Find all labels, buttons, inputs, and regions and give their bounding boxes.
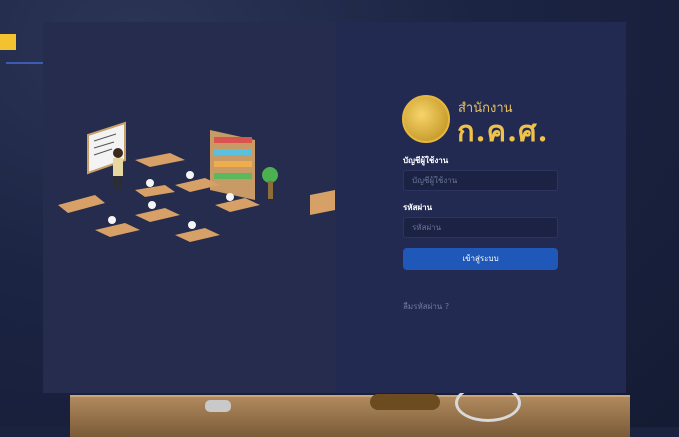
- password-label: รหัสผ่าน: [403, 203, 433, 212]
- classroom-illustration: [58, 121, 335, 242]
- pencil-decoration: [370, 394, 440, 410]
- decorative-tab: [0, 34, 16, 50]
- decorative-line: [6, 62, 46, 64]
- login-panel: [336, 22, 626, 393]
- org-name: ก.ค.ศ.: [457, 114, 549, 148]
- login-button[interactable]: เข้าสู่ระบบ: [403, 248, 558, 270]
- forgot-password-link[interactable]: ลืมรหัสผ่าน ?: [403, 300, 449, 313]
- password-input[interactable]: [403, 217, 558, 238]
- bookshelf-icon: [210, 130, 278, 200]
- eraser-decoration: [205, 400, 231, 412]
- org-logo: สำนักงาน ก.ค.ศ.: [402, 95, 562, 148]
- username-input[interactable]: [403, 170, 558, 191]
- username-label: บัญชีผู้ใช้งาน: [403, 156, 449, 165]
- desk-background: [70, 395, 630, 437]
- emblem-icon: [402, 95, 450, 143]
- teacher-figure: [113, 148, 123, 190]
